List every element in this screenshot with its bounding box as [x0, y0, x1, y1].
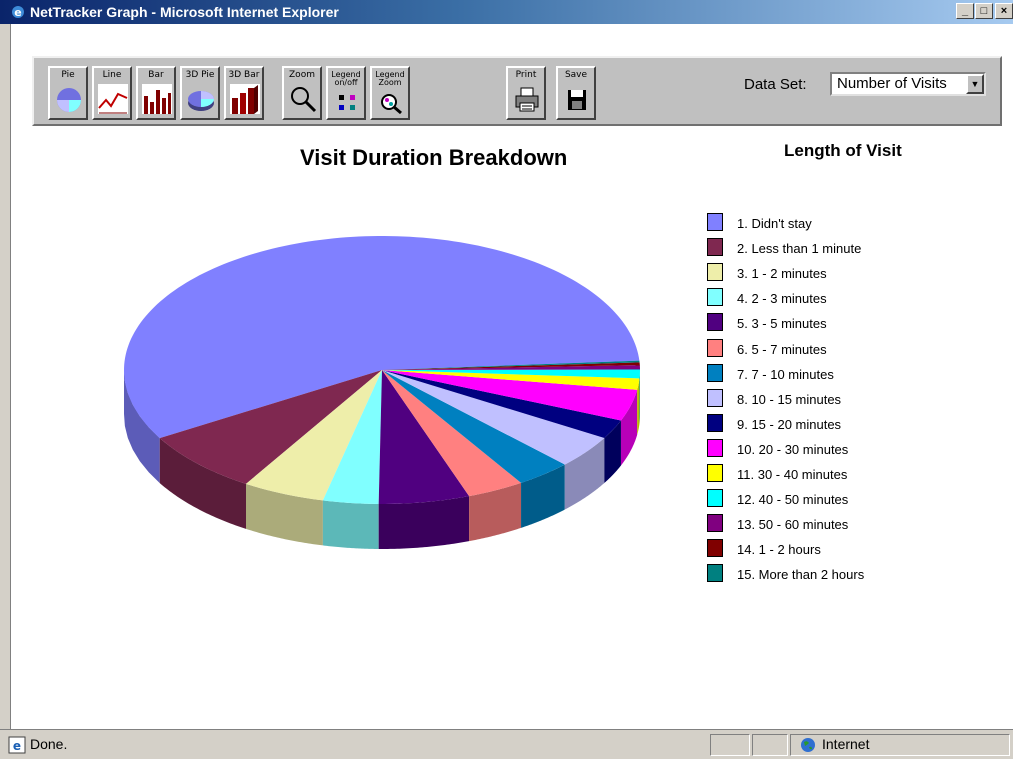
legend-label: 6. 5 - 7 minutes [737, 341, 827, 357]
legend-swatch [707, 388, 723, 407]
legend-swatch [707, 438, 723, 457]
legend-label: 14. 1 - 2 hours [737, 542, 821, 558]
legend-label: 5. 3 - 5 minutes [737, 316, 827, 332]
legend-swatch [707, 313, 723, 332]
chart-title: Visit Duration Breakdown [300, 145, 568, 170]
legend-swatch [707, 288, 723, 307]
pie-slice-side [378, 496, 470, 549]
pie-chart [124, 236, 640, 549]
security-zone-text: Internet [822, 736, 870, 752]
legend-swatch [707, 213, 723, 231]
legend-label: 1. Didn't stay [737, 216, 812, 231]
svg-text:e: e [13, 739, 21, 753]
legend-label: 8. 10 - 15 minutes [737, 391, 842, 407]
status-text: Done. [30, 736, 68, 752]
globe-icon [801, 738, 815, 752]
legend-swatch [707, 413, 723, 432]
legend-swatch [707, 489, 723, 508]
legend-label: 10. 20 - 30 minutes [737, 441, 849, 457]
legend-swatch [707, 238, 723, 257]
pie-slice-side [322, 500, 379, 549]
legend-swatch [707, 363, 723, 382]
legend-label: 4. 2 - 3 minutes [737, 291, 827, 307]
status-bar: e Done. Internet [0, 729, 1013, 759]
status-panel [752, 734, 788, 756]
legend-label: 3. 1 - 2 minutes [737, 266, 827, 282]
legend-swatch [707, 539, 723, 558]
legend-label: 13. 50 - 60 minutes [737, 517, 849, 533]
legend-label: 15. More than 2 hours [737, 567, 865, 583]
legend-label: 9. 15 - 20 minutes [737, 416, 842, 432]
legend-label: 2. Less than 1 minute [737, 241, 862, 257]
legend-label: 12. 40 - 50 minutes [737, 492, 849, 508]
status-panel [710, 734, 750, 756]
legend-label: 11. 30 - 40 minutes [737, 467, 848, 482]
legend-label: 7. 7 - 10 minutes [737, 366, 834, 382]
page-done-icon: e [8, 736, 26, 754]
legend-title: Length of Visit [784, 141, 902, 160]
legend-swatch [707, 464, 723, 482]
legend-swatch [707, 263, 723, 282]
legend-swatch [707, 338, 723, 357]
legend-swatch [707, 514, 723, 533]
legend-swatch [707, 564, 723, 583]
